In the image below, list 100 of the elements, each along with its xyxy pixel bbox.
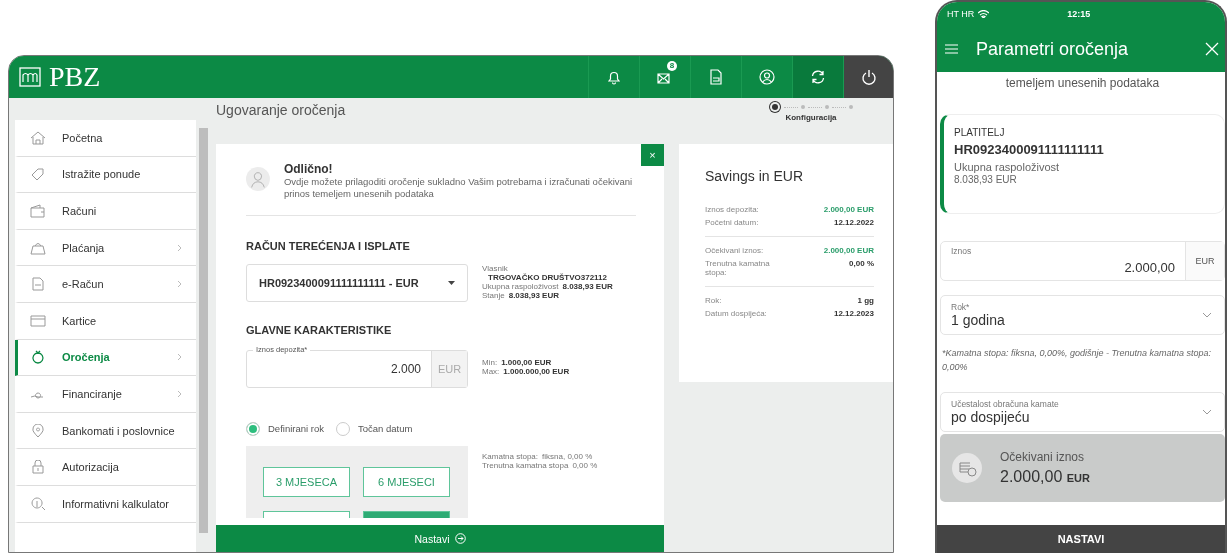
rate-label: Trenutna kamatna stopa bbox=[482, 460, 569, 470]
sidebar-item[interactable]: Plaćanja bbox=[15, 229, 196, 267]
interest-note: *Kamatna stopa: fiksna, 0,00%, godišnje - Trenutna kamatna stopa: 0,00% bbox=[941, 347, 1212, 374]
sidebar-item[interactable]: Oročenja bbox=[15, 339, 196, 377]
summary-label: Početni datum: bbox=[705, 218, 759, 227]
sidebar-item[interactable]: Informativni kalkulator bbox=[15, 485, 196, 523]
limit-label: Min: bbox=[482, 357, 498, 367]
subtitle-text: temeljem unesenih podataka bbox=[1004, 75, 1161, 90]
summary-title: Savings in EUR bbox=[705, 168, 805, 184]
summary-label: Datum dospijeća: bbox=[705, 309, 767, 318]
limit-value: 1.000,00 EUR bbox=[501, 357, 552, 367]
sidebar-item[interactable]: Početna bbox=[15, 120, 196, 157]
lock-icon bbox=[30, 460, 46, 475]
radio-button[interactable] bbox=[246, 421, 260, 436]
sidebar-item[interactable]: Autorizacija bbox=[15, 449, 196, 486]
summary-value: 12.12.2022 bbox=[833, 218, 874, 227]
term-option[interactable]: 3 MJESECA bbox=[263, 466, 350, 497]
pot-icon bbox=[30, 350, 46, 365]
continue-button[interactable]: Nastavi bbox=[216, 525, 664, 552]
radio-button[interactable] bbox=[335, 421, 350, 436]
bank-logo-icon bbox=[19, 67, 41, 87]
home-icon bbox=[30, 130, 46, 145]
field-value: po dospijeću bbox=[951, 409, 1031, 425]
field-label: Rok* bbox=[951, 302, 971, 312]
limit-value: 1.000.000,00 EUR bbox=[503, 366, 570, 376]
amount-field[interactable]: Iznos 2.000,00 EUR bbox=[940, 241, 1225, 281]
summary-value: 2.000,00 EUR bbox=[823, 205, 874, 214]
step-label: Konfiguracija bbox=[785, 113, 837, 122]
bag-icon bbox=[30, 240, 46, 255]
power-button[interactable] bbox=[843, 56, 893, 98]
detail-value: 8.038,93 EUR bbox=[508, 290, 559, 300]
doc-icon bbox=[30, 277, 46, 292]
envelope-icon bbox=[657, 70, 673, 84]
frequency-dropdown[interactable]: Učestalost obračuna kamate po dospijeću bbox=[940, 392, 1225, 432]
detail-label: Stanje bbox=[482, 290, 505, 300]
summary-label: Rok: bbox=[705, 296, 722, 305]
sidebar-item[interactable]: Bankomati i poslovnice bbox=[15, 412, 196, 450]
user-icon bbox=[759, 69, 775, 85]
expected-amount: 2.000,00 bbox=[1000, 468, 1063, 485]
account-number: HR0923400091111111111 bbox=[954, 142, 1105, 157]
radio-label: Točan datum bbox=[357, 423, 413, 435]
card-icon bbox=[30, 313, 46, 328]
summary-value: 2.000,00 EUR bbox=[823, 246, 874, 255]
chevron-down-icon bbox=[1202, 312, 1212, 318]
coins-icon bbox=[952, 453, 982, 483]
field-label: Iznos bbox=[951, 246, 973, 256]
summary-label: Očekivani iznos: bbox=[705, 246, 764, 255]
close-icon[interactable] bbox=[1205, 42, 1219, 56]
sidebar-item[interactable]: Istražite ponude bbox=[15, 156, 196, 194]
field-value: 2.000 bbox=[389, 361, 422, 376]
limit-label: Max: bbox=[482, 366, 500, 376]
greeting-title: Odlično! bbox=[283, 162, 334, 176]
bell-icon bbox=[606, 69, 622, 85]
sidebar-item[interactable]: Financiranje bbox=[15, 376, 196, 413]
clock-text: 12:15 bbox=[1067, 9, 1091, 19]
currency-label: EUR bbox=[1185, 242, 1224, 280]
menu-icon[interactable] bbox=[945, 44, 958, 54]
sidebar-item[interactable]: Računi bbox=[15, 193, 196, 230]
bank-logo-text: PBZ bbox=[49, 61, 101, 93]
payer-label: PLATITELJ bbox=[954, 127, 1006, 138]
expected-label: Očekivani iznos bbox=[1000, 450, 1086, 464]
arrow-circle-icon bbox=[454, 533, 466, 544]
rate-value: 0,00 % bbox=[572, 460, 598, 470]
owner-name: TRGOVAČKO DRUŠTVO372112 bbox=[487, 272, 608, 282]
wifi-icon bbox=[978, 10, 990, 18]
available-label: Ukupna raspoloživost bbox=[954, 161, 1061, 173]
detail-value: 8.038,93 EUR bbox=[562, 281, 613, 291]
sidebar-item[interactable]: e-Račun bbox=[15, 266, 196, 303]
page-title: Ugovaranje oročenja bbox=[216, 102, 346, 120]
currency-label: EUR bbox=[431, 350, 467, 387]
currency-label: EUR bbox=[1066, 472, 1090, 484]
summary-value: 0,00 % bbox=[849, 259, 874, 270]
scrollbar[interactable] bbox=[199, 128, 208, 533]
summary-value: 1 gg bbox=[857, 296, 874, 305]
document-icon bbox=[710, 69, 722, 85]
radio-label: Definirani rok bbox=[268, 423, 324, 435]
summary-label: Trenutna kamatna stopa: bbox=[705, 259, 771, 277]
wallet-icon bbox=[30, 204, 46, 218]
continue-button[interactable]: NASTAVI bbox=[937, 525, 1225, 553]
refresh-icon bbox=[810, 69, 826, 85]
section-heading: RAČUN TEREĆENJA I ISPLATE bbox=[246, 239, 411, 252]
close-button[interactable]: × bbox=[641, 144, 664, 166]
carrier-text: HT HR bbox=[947, 9, 975, 19]
summary-value: 12.12.2023 bbox=[833, 309, 874, 318]
tag-icon bbox=[30, 167, 46, 182]
caret-icon bbox=[448, 280, 455, 285]
field-value: 2.000,00 bbox=[1123, 260, 1175, 275]
detail-label: Ukupna raspoloživost bbox=[482, 281, 559, 291]
power-icon bbox=[860, 69, 877, 85]
pin-icon bbox=[30, 423, 46, 438]
available-value: 8.038,93 EUR bbox=[954, 174, 1018, 185]
greeting-text: Ovdje možete prilagoditi oročenje sukladno Vašim potrebama i izračunati očekivani prinos temeljem unesenih podataka bbox=[283, 176, 634, 201]
term-option[interactable]: 6 MJESECI bbox=[363, 466, 450, 497]
summary-label: Iznos depozita: bbox=[705, 205, 759, 214]
term-dropdown[interactable]: Rok* 1 godina bbox=[940, 295, 1225, 335]
rate-label: Kamatna stopa: bbox=[482, 451, 539, 461]
sidebar-item[interactable]: Kartice bbox=[15, 302, 196, 340]
rate-value: fiksna, 0,00 % bbox=[542, 451, 593, 461]
account-dropdown[interactable]: HR0923400091111111111 - EUR bbox=[246, 263, 468, 302]
field-label: Učestalost obračuna kamate bbox=[951, 399, 1060, 409]
